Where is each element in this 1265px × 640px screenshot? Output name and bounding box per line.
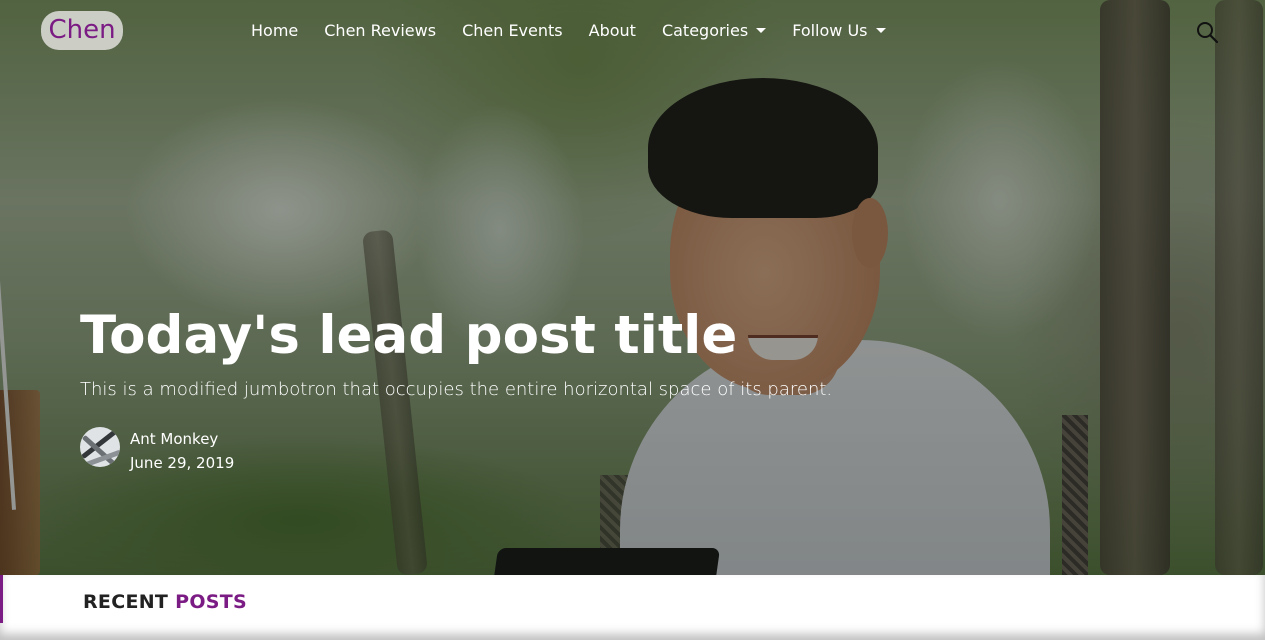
search-button[interactable]	[1195, 20, 1219, 44]
lead-post-description: This is a modified jumbotron that occupi…	[80, 379, 833, 400]
nav-follow-us-dropdown[interactable]: Follow Us	[792, 20, 886, 42]
nav-home[interactable]: Home	[251, 20, 298, 42]
recent-posts-section: RECENT POSTS	[0, 575, 1265, 640]
nav-about[interactable]: About	[589, 20, 636, 42]
hero-jumbotron: Chen Home Chen Reviews Chen Events About…	[0, 0, 1265, 575]
author-meta: Ant Monkey June 29, 2019	[130, 427, 234, 475]
author-avatar[interactable]	[80, 427, 120, 467]
lead-post-title[interactable]: Today's lead post title	[80, 300, 737, 372]
hero-overlay	[0, 0, 1265, 575]
nav-chen-reviews[interactable]: Chen Reviews	[324, 20, 436, 42]
author-name[interactable]: Ant Monkey	[130, 427, 234, 451]
caret-down-icon	[875, 28, 886, 33]
post-date: June 29, 2019	[130, 454, 235, 472]
nav-chen-events[interactable]: Chen Events	[462, 20, 563, 42]
section-accent-bar	[0, 575, 3, 623]
brand-logo[interactable]: Chen	[41, 11, 123, 50]
post-author: Ant Monkey June 29, 2019	[80, 427, 234, 475]
nav-categories-dropdown[interactable]: Categories	[661, 20, 767, 42]
search-icon	[1197, 22, 1219, 44]
recent-posts-heading: RECENT POSTS	[83, 591, 247, 613]
navbar: Chen Home Chen Reviews Chen Events About…	[0, 0, 1265, 62]
caret-down-icon	[756, 28, 767, 33]
posts-label: POSTS	[175, 591, 248, 613]
nav-categories-label: Categories	[661, 21, 749, 40]
main-nav: Home Chen Reviews Chen Events About Cate…	[251, 20, 912, 42]
nav-follow-us-label: Follow Us	[792, 21, 868, 40]
recent-label: RECENT	[83, 591, 169, 613]
